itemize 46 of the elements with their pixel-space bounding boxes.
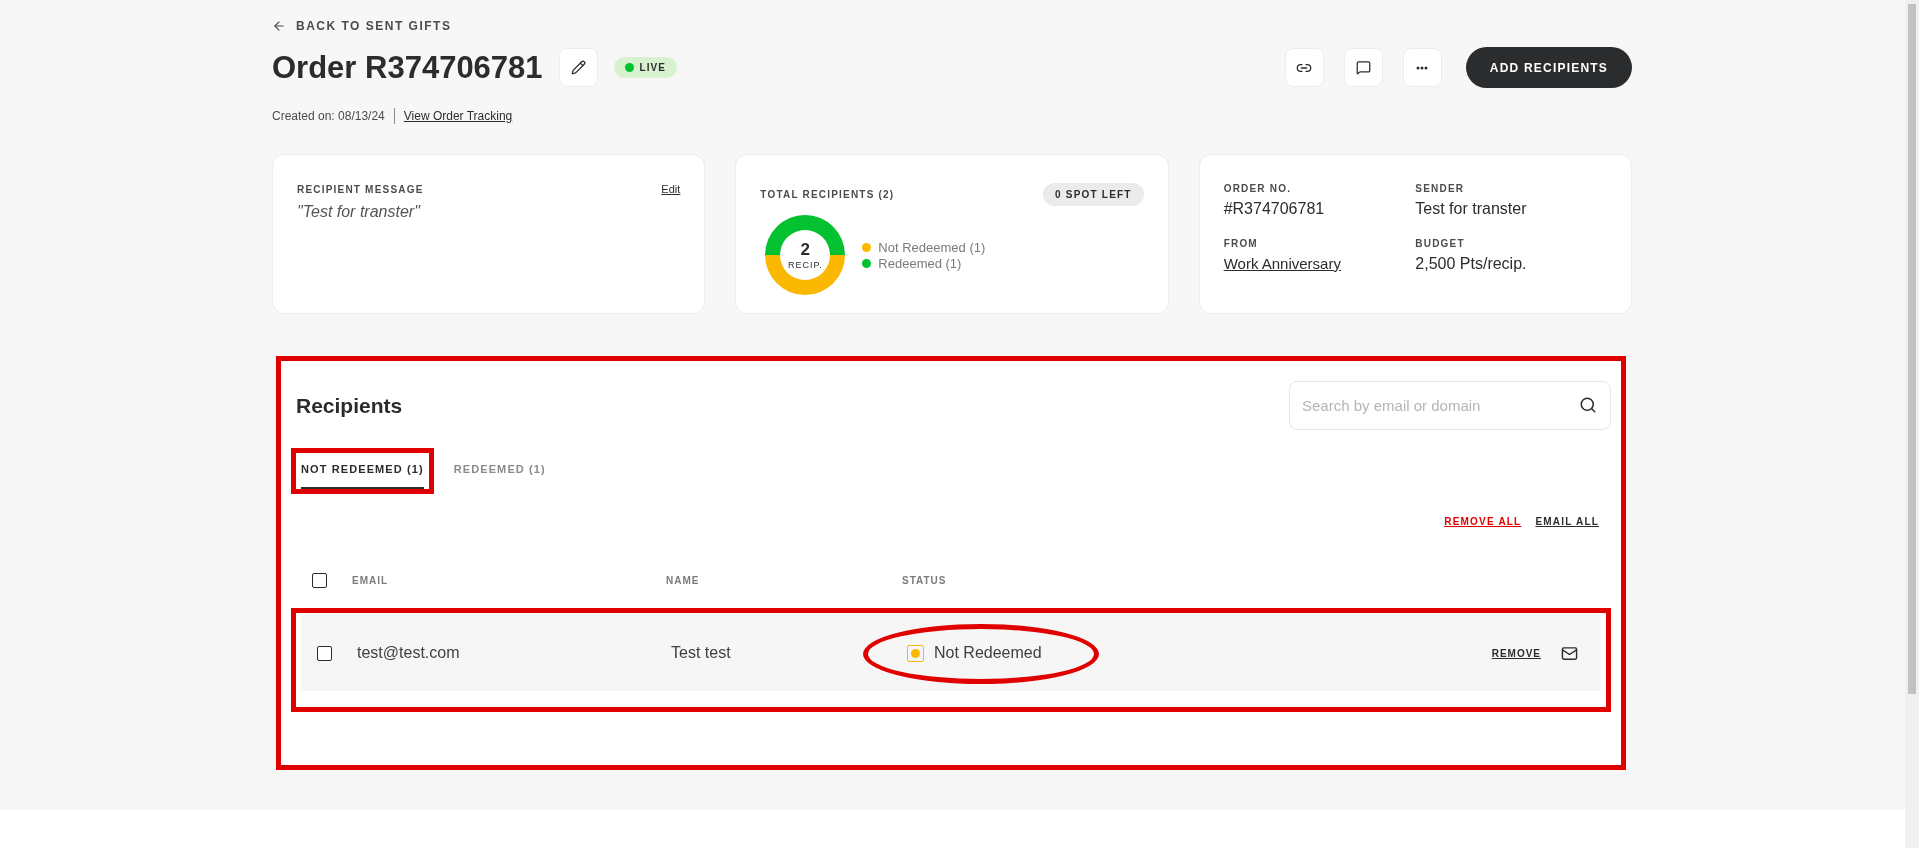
created-date: Created on: 08/13/24	[272, 109, 385, 123]
field-label: BUDGET	[1415, 238, 1466, 249]
page-title: Order R374706781	[272, 49, 543, 86]
add-recipients-button[interactable]: ADD RECIPIENTS	[1465, 47, 1632, 88]
legend-label: Not Redeemed (1)	[878, 239, 986, 255]
email-icon[interactable]	[1561, 644, 1578, 662]
remove-link[interactable]: REMOVE	[1491, 647, 1541, 659]
more-icon	[1416, 65, 1429, 70]
card-label: RECIPIENT MESSAGE	[297, 183, 424, 195]
spots-left-pill: 0 SPOT LEFT	[1043, 183, 1144, 206]
email-all-link[interactable]: EMAIL ALL	[1535, 516, 1599, 527]
edit-link[interactable]: Edit	[661, 183, 681, 195]
speech-bubble-icon	[1355, 60, 1371, 75]
column-header: EMAIL	[352, 575, 390, 586]
legend-label: Redeemed (1)	[878, 255, 962, 271]
occasion-link[interactable]: Work Anniversary	[1223, 255, 1416, 272]
row-checkbox[interactable]	[317, 645, 332, 661]
field-label: FROM	[1223, 238, 1259, 249]
email-cell-text: test@test.com	[357, 644, 461, 662]
donut-total: 2	[800, 240, 811, 260]
field-value: Test for transter	[1415, 200, 1528, 218]
status-cell: Not Redeemed	[934, 644, 1042, 662]
remove-all-link[interactable]: REMOVE ALL	[1444, 516, 1522, 527]
field-label: ORDER NO.	[1223, 183, 1293, 194]
field-value: #R374706781	[1223, 200, 1326, 218]
status-badge: LIVE	[613, 57, 677, 78]
edit-button[interactable]	[558, 48, 598, 87]
section-title: Recipients	[296, 393, 403, 418]
field-value: 2,500 Pts/recip.	[1415, 255, 1528, 273]
recipient-message: "Test for transter"	[297, 203, 422, 221]
name-cell-text: Test test	[671, 644, 732, 662]
select-all-checkbox[interactable]	[312, 573, 327, 588]
pencil-icon	[570, 60, 586, 75]
tab[interactable]: NOT REDEEMED (1)	[301, 453, 424, 489]
donut-label: RECIP.	[787, 260, 823, 270]
card-label: TOTAL RECIPIENTS (2)	[760, 189, 895, 200]
column-header: STATUS	[902, 575, 948, 586]
comment-button[interactable]	[1343, 48, 1383, 87]
search-icon	[1579, 396, 1597, 414]
order-tracking-link[interactable]: View Order Tracking	[403, 109, 513, 123]
link-button[interactable]	[1284, 48, 1324, 87]
search-field[interactable]: Search by email or domain	[1289, 381, 1611, 430]
field-label: SENDER	[1415, 183, 1466, 194]
status-icon	[907, 644, 924, 662]
column-header: NAME	[666, 575, 701, 586]
scrollbar[interactable]	[1905, 0, 1919, 848]
